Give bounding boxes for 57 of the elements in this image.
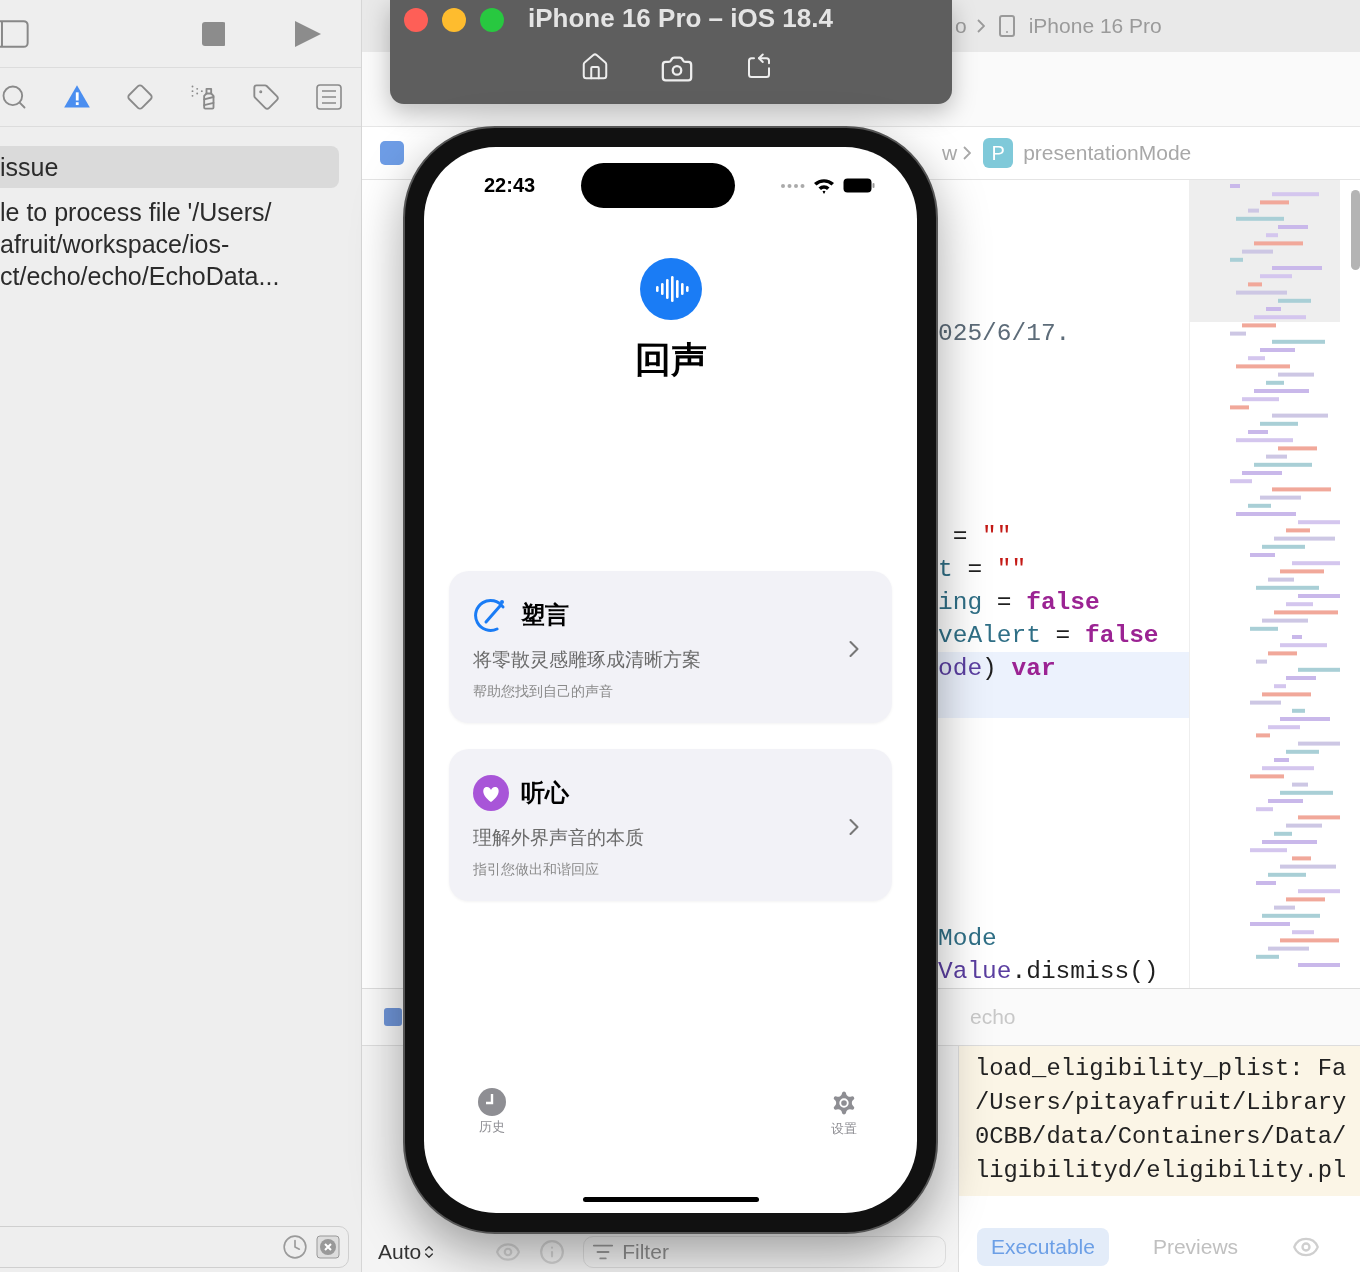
console-line: 0CBB/data/Containers/Data/ bbox=[975, 1122, 1348, 1152]
code-line: veAlert = false bbox=[938, 621, 1159, 651]
tab-bar-item[interactable]: 设置 bbox=[823, 1087, 865, 1139]
property-icon: P bbox=[983, 138, 1014, 168]
feature-card[interactable]: 听心 理解外界声音的本质 指引您做出和谐回应 bbox=[449, 749, 892, 901]
issue-message-line: ct/echo/echo/EchoData... bbox=[0, 261, 281, 292]
jump-bar-item[interactable]: w bbox=[942, 141, 958, 165]
path-item[interactable]: iPhone 16 Pro bbox=[1028, 14, 1162, 38]
scrollbar-thumb[interactable] bbox=[1351, 190, 1360, 270]
app-title: 回声 bbox=[634, 338, 707, 382]
console-line: ligibilityd/eligibility.pl bbox=[975, 1156, 1348, 1186]
code-line: = "" bbox=[951, 522, 1012, 552]
issue-message-line: afruit/workspace/ios- bbox=[0, 229, 231, 260]
issue-group-row[interactable]: issue bbox=[0, 146, 339, 188]
minimize-button[interactable] bbox=[442, 8, 466, 32]
console-line: load_eligibility_plist: Fa bbox=[975, 1054, 1348, 1084]
path-item[interactable]: o bbox=[955, 14, 967, 38]
console-tab[interactable]: Executable bbox=[977, 1228, 1109, 1266]
filter-field[interactable] bbox=[0, 1226, 349, 1268]
clear-icon[interactable] bbox=[316, 1235, 340, 1259]
info-icon[interactable] bbox=[539, 1239, 566, 1265]
wifi-icon bbox=[813, 177, 835, 194]
status-time: 22:43 bbox=[484, 174, 536, 197]
chevron-icon bbox=[963, 146, 972, 160]
code-line: ing = false bbox=[938, 588, 1100, 618]
clock-icon[interactable] bbox=[282, 1234, 308, 1260]
card-caption: 指引您做出和谐回应 bbox=[473, 861, 600, 879]
window-title: iPhone 16 Pro – iOS 18.4 bbox=[528, 3, 833, 34]
signal-dots-icon bbox=[781, 183, 805, 188]
code-line: t = "" bbox=[938, 555, 1027, 585]
card-caption: 帮助您找到自己的声音 bbox=[473, 683, 614, 701]
run-icon[interactable] bbox=[295, 20, 321, 47]
feature-card[interactable]: 塑言 将零散灵感雕琢成清晰方案 帮助您找到自己的声音 bbox=[449, 571, 892, 723]
battery-icon bbox=[843, 178, 875, 193]
code-line: Value.dismiss() bbox=[938, 957, 1159, 987]
panel-icon[interactable] bbox=[384, 1008, 402, 1026]
card-title: 塑言 bbox=[521, 600, 569, 630]
chevron-icon bbox=[976, 19, 985, 33]
jump-bar-item[interactable]: presentationMode bbox=[1023, 141, 1192, 165]
stop-icon[interactable] bbox=[201, 21, 226, 46]
card-subtitle: 理解外界声音的本质 bbox=[473, 826, 645, 850]
card-title: 听心 bbox=[521, 778, 569, 808]
console-line: /Users/pitayafruit/Library bbox=[975, 1088, 1348, 1118]
zoom-button[interactable] bbox=[480, 8, 504, 32]
waveform-app-icon bbox=[639, 258, 702, 320]
code-line: 025/6/17. bbox=[938, 319, 1071, 349]
sidebar-toggle-icon[interactable] bbox=[0, 18, 30, 49]
issue-message-line: le to process file '/Users/ bbox=[0, 197, 273, 228]
code-line: Mode bbox=[938, 924, 997, 954]
clock-icon bbox=[478, 1088, 506, 1116]
console-tab[interactable]: Previews bbox=[1138, 1228, 1253, 1266]
mode-selector[interactable]: Auto bbox=[378, 1240, 438, 1264]
tab-bar-item[interactable]: 历史 bbox=[472, 1087, 512, 1139]
filter-field[interactable]: Filter bbox=[583, 1236, 946, 1268]
close-button[interactable] bbox=[404, 8, 428, 32]
home-icon[interactable] bbox=[580, 52, 610, 82]
card-subtitle: 将零散灵感雕琢成清晰方案 bbox=[473, 648, 702, 672]
